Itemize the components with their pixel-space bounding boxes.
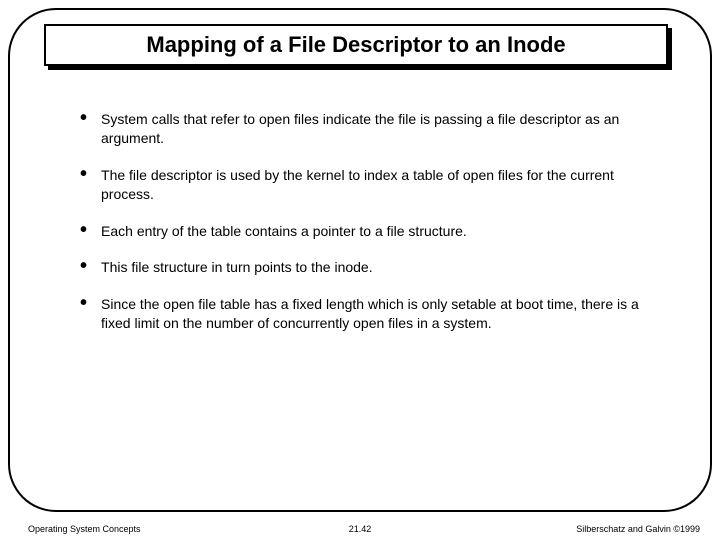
bullet-text: System calls that refer to open files in… <box>101 110 670 148</box>
bullet-icon: • <box>80 222 87 238</box>
bullet-icon: • <box>80 295 87 311</box>
content-area: • System calls that refer to open files … <box>80 110 670 351</box>
bullet-text: The file descriptor is used by the kerne… <box>101 166 670 204</box>
footer-right: Silberschatz and Galvin ©1999 <box>576 524 700 534</box>
list-item: • This file structure in turn points to … <box>80 258 670 277</box>
bullet-icon: • <box>80 166 87 182</box>
list-item: • The file descriptor is used by the ker… <box>80 166 670 204</box>
bullet-text: This file structure in turn points to th… <box>101 258 373 277</box>
footer: Operating System Concepts 21.42 Silbersc… <box>0 518 720 534</box>
bullet-icon: • <box>80 258 87 274</box>
bullet-text: Since the open file table has a fixed le… <box>101 295 670 333</box>
list-item: • System calls that refer to open files … <box>80 110 670 148</box>
list-item: • Each entry of the table contains a poi… <box>80 222 670 241</box>
list-item: • Since the open file table has a fixed … <box>80 295 670 333</box>
title-box: Mapping of a File Descriptor to an Inode <box>44 24 668 66</box>
slide-title: Mapping of a File Descriptor to an Inode <box>146 32 565 58</box>
bullet-icon: • <box>80 110 87 126</box>
bullet-text: Each entry of the table contains a point… <box>101 222 467 241</box>
